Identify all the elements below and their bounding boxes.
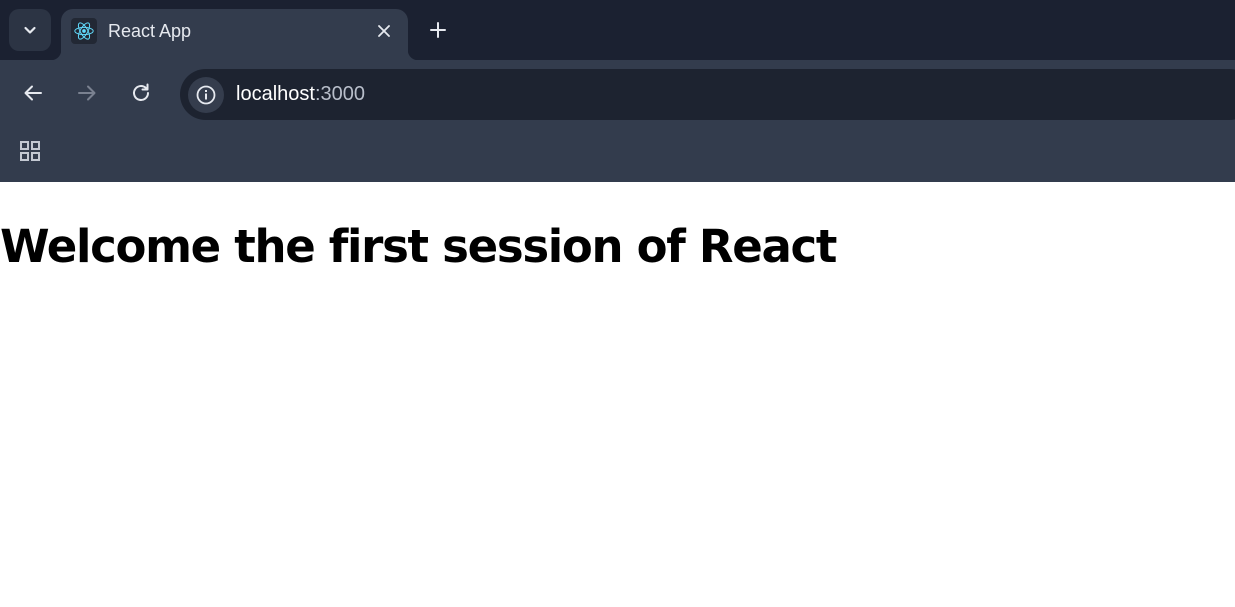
plus-icon	[430, 22, 446, 38]
site-info-button[interactable]	[188, 77, 224, 113]
tab-search-button[interactable]	[9, 9, 51, 51]
react-logo-icon	[71, 18, 97, 44]
back-button[interactable]	[17, 77, 49, 109]
reload-button[interactable]	[125, 77, 157, 109]
tab-title: React App	[108, 21, 192, 41]
tab-react-app[interactable]: React App	[51, 9, 418, 60]
apps-button[interactable]	[16, 137, 44, 165]
page-heading: Welcome the first session of React	[0, 220, 837, 273]
bookmarks-bar	[0, 122, 1235, 182]
url-text: localhost:3000	[236, 83, 365, 106]
url-port: :3000	[314, 83, 365, 105]
browser-toolbar: localhost:3000	[0, 60, 1235, 122]
browser-window: React App localhost:3000 Welcome the fir…	[0, 0, 1235, 607]
forward-button[interactable]	[71, 77, 103, 109]
reload-icon	[133, 83, 149, 101]
close-tab-button[interactable]	[372, 19, 396, 43]
chevron-down-icon	[24, 26, 36, 34]
info-icon	[196, 85, 216, 105]
address-bar[interactable]: localhost:3000	[180, 69, 1235, 120]
arrow-left-icon	[24, 85, 42, 101]
apps-grid-icon	[20, 141, 40, 161]
new-tab-button[interactable]	[424, 16, 452, 44]
arrow-right-icon	[78, 85, 96, 101]
url-host: localhost	[236, 83, 315, 105]
tab-strip: React App	[0, 0, 1235, 60]
close-icon	[378, 25, 390, 37]
page-content: Welcome the first session of React	[0, 182, 1235, 607]
